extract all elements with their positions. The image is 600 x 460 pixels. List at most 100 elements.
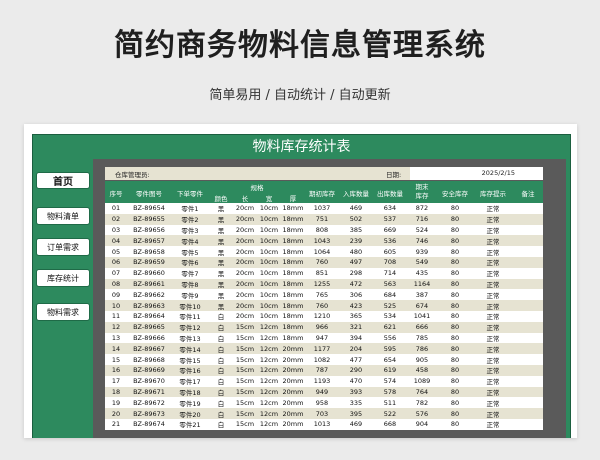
cell-color[interactable]: 黑 (209, 267, 233, 279)
nav-order-demand-button[interactable]: 订单需求 (36, 238, 90, 256)
cell-closing[interactable]: 786 (407, 343, 437, 355)
cell-width[interactable]: 12cm (257, 354, 281, 365)
cell-name[interactable]: 零件1 (171, 203, 209, 214)
cell-seq[interactable]: 04 (105, 235, 127, 247)
cell-inbound[interactable]: 497 (339, 256, 373, 268)
cell-color[interactable]: 白 (209, 310, 233, 322)
cell-opening[interactable]: 1082 (305, 354, 339, 365)
cell-width[interactable]: 12cm (257, 397, 281, 409)
cell-safety[interactable]: 80 (437, 278, 473, 290)
cell-code[interactable]: BZ-89655 (127, 213, 171, 225)
cell-thick[interactable]: 20mm (281, 386, 305, 398)
cell-thick[interactable]: 18mm (281, 310, 305, 322)
cell-remark[interactable] (513, 289, 543, 301)
cell-name[interactable]: 零件21 (171, 418, 209, 430)
cell-safety[interactable]: 80 (437, 408, 473, 419)
cell-alert[interactable]: 正常 (473, 386, 513, 398)
cell-opening[interactable]: 1193 (305, 375, 339, 387)
cell-color[interactable]: 黑 (209, 235, 233, 247)
cell-inbound[interactable]: 394 (339, 332, 373, 344)
cell-opening[interactable]: 1043 (305, 235, 339, 247)
cell-remark[interactable] (513, 235, 543, 247)
cell-code[interactable]: BZ-89665 (127, 321, 171, 333)
cell-name[interactable]: 零件3 (171, 224, 209, 236)
cell-thick[interactable]: 18mm (281, 246, 305, 257)
cell-seq[interactable]: 02 (105, 213, 127, 225)
cell-seq[interactable]: 06 (105, 256, 127, 268)
cell-width[interactable]: 12cm (257, 375, 281, 387)
cell-width[interactable]: 10cm (257, 278, 281, 290)
cell-closing[interactable]: 666 (407, 321, 437, 333)
table-row[interactable]: 04 BZ-89657 零件4 黑 20cm 10cm 18mm 1043 239 536 746 8… (105, 235, 543, 247)
cell-opening[interactable]: 765 (305, 289, 339, 301)
cell-inbound[interactable]: 480 (339, 246, 373, 257)
cell-width[interactable]: 10cm (257, 300, 281, 311)
cell-seq[interactable]: 18 (105, 386, 127, 398)
cell-opening[interactable]: 1255 (305, 278, 339, 290)
cell-length[interactable]: 20cm (233, 310, 257, 322)
cell-closing[interactable]: 524 (407, 224, 437, 236)
cell-thick[interactable]: 18mm (281, 300, 305, 311)
cell-length[interactable]: 20cm (233, 213, 257, 225)
date-value[interactable]: 2025/2/15 (410, 167, 543, 180)
cell-code[interactable]: BZ-89667 (127, 343, 171, 355)
cell-code[interactable]: BZ-89656 (127, 224, 171, 236)
cell-alert[interactable]: 正常 (473, 343, 513, 355)
cell-outbound[interactable]: 536 (373, 235, 407, 247)
cell-width[interactable]: 10cm (257, 213, 281, 225)
cell-remark[interactable] (513, 343, 543, 355)
cell-seq[interactable]: 21 (105, 418, 127, 430)
cell-closing[interactable]: 674 (407, 300, 437, 311)
cell-width[interactable]: 10cm (257, 203, 281, 214)
cell-remark[interactable] (513, 354, 543, 365)
cell-closing[interactable]: 872 (407, 203, 437, 214)
cell-opening[interactable]: 1037 (305, 203, 339, 214)
cell-inbound[interactable]: 321 (339, 321, 373, 333)
cell-opening[interactable]: 760 (305, 300, 339, 311)
cell-thick[interactable]: 18mm (281, 289, 305, 301)
cell-color[interactable]: 黑 (209, 224, 233, 236)
cell-seq[interactable]: 20 (105, 408, 127, 419)
cell-closing[interactable]: 905 (407, 354, 437, 365)
cell-name[interactable]: 零件7 (171, 267, 209, 279)
cell-name[interactable]: 零件6 (171, 256, 209, 268)
cell-name[interactable]: 零件20 (171, 408, 209, 419)
table-row[interactable]: 21 BZ-89674 零件21 白 15cm 12cm 20mm 1013 469 668 904… (105, 418, 543, 430)
cell-outbound[interactable]: 684 (373, 289, 407, 301)
table-row[interactable]: 12 BZ-89665 零件12 白 15cm 12cm 18mm 966 321 621 666 8… (105, 321, 543, 333)
cell-safety[interactable]: 80 (437, 418, 473, 430)
cell-thick[interactable]: 20mm (281, 354, 305, 365)
cell-alert[interactable]: 正常 (473, 310, 513, 322)
cell-closing[interactable]: 1089 (407, 375, 437, 387)
cell-width[interactable]: 10cm (257, 235, 281, 247)
cell-width[interactable]: 10cm (257, 246, 281, 257)
cell-color[interactable]: 黑 (209, 289, 233, 301)
table-row[interactable]: 02 BZ-89655 零件2 黑 20cm 10cm 18mm 751 502 537 716 80… (105, 213, 543, 225)
cell-remark[interactable] (513, 278, 543, 290)
cell-length[interactable]: 20cm (233, 256, 257, 268)
cell-outbound[interactable]: 621 (373, 321, 407, 333)
cell-seq[interactable]: 01 (105, 203, 127, 214)
cell-safety[interactable]: 80 (437, 397, 473, 409)
cell-width[interactable]: 12cm (257, 364, 281, 376)
cell-seq[interactable]: 07 (105, 267, 127, 279)
cell-alert[interactable]: 正常 (473, 278, 513, 290)
cell-code[interactable]: BZ-89670 (127, 375, 171, 387)
cell-opening[interactable]: 751 (305, 213, 339, 225)
cell-color[interactable]: 黑 (209, 213, 233, 225)
cell-width[interactable]: 10cm (257, 289, 281, 301)
cell-thick[interactable]: 20mm (281, 418, 305, 430)
cell-name[interactable]: 零件5 (171, 246, 209, 257)
cell-thick[interactable]: 18mm (281, 321, 305, 333)
cell-remark[interactable] (513, 321, 543, 333)
cell-code[interactable]: BZ-89657 (127, 235, 171, 247)
cell-code[interactable]: BZ-89660 (127, 267, 171, 279)
cell-remark[interactable] (513, 310, 543, 322)
cell-safety[interactable]: 80 (437, 343, 473, 355)
cell-outbound[interactable]: 595 (373, 343, 407, 355)
table-row[interactable]: 07 BZ-89660 零件7 黑 20cm 10cm 18mm 851 298 714 435 80… (105, 267, 543, 279)
cell-outbound[interactable]: 525 (373, 300, 407, 311)
cell-seq[interactable]: 09 (105, 289, 127, 301)
table-row[interactable]: 08 BZ-89661 零件8 黑 20cm 10cm 18mm 1255 472 563 1164… (105, 278, 543, 290)
cell-color[interactable]: 黑 (209, 278, 233, 290)
